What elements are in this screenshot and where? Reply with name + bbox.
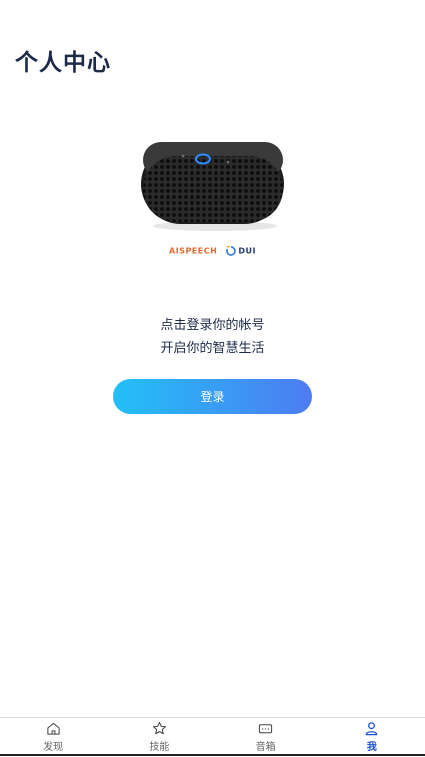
tab-label: 音箱 xyxy=(255,742,276,753)
speaker-icon xyxy=(259,724,273,734)
tab-label: 我 xyxy=(366,742,377,753)
login-prompt-line2: 开启你的智慧生活 xyxy=(160,341,265,356)
person-icon xyxy=(366,722,378,736)
tab-skills[interactable]: 技能 xyxy=(106,718,212,757)
brand-text-aispe: AISPE xyxy=(169,246,198,256)
brand-text-dui: DUI xyxy=(238,246,256,256)
tab-label: 技能 xyxy=(149,742,170,753)
tab-discover[interactable]: 发现 xyxy=(0,718,106,757)
dui-logo-icon xyxy=(226,246,237,256)
tab-me[interactable]: 我 xyxy=(319,718,425,757)
page-title: 个人中心 xyxy=(15,50,111,76)
tab-speaker[interactable]: 音箱 xyxy=(213,718,319,757)
login-button[interactable]: 登录 xyxy=(113,379,312,414)
home-icon xyxy=(46,722,60,735)
brand-logo: AISPEECH DUI xyxy=(0,246,425,256)
brand-text-ech: ECH xyxy=(197,246,218,256)
tab-label: 发现 xyxy=(43,742,64,753)
bottom-tab-bar: 发现 技能 音箱 我 xyxy=(0,717,425,757)
login-prompt-line1: 点击登录你的帐号 xyxy=(160,318,265,333)
star-icon xyxy=(152,721,166,735)
speaker-image xyxy=(135,134,290,234)
